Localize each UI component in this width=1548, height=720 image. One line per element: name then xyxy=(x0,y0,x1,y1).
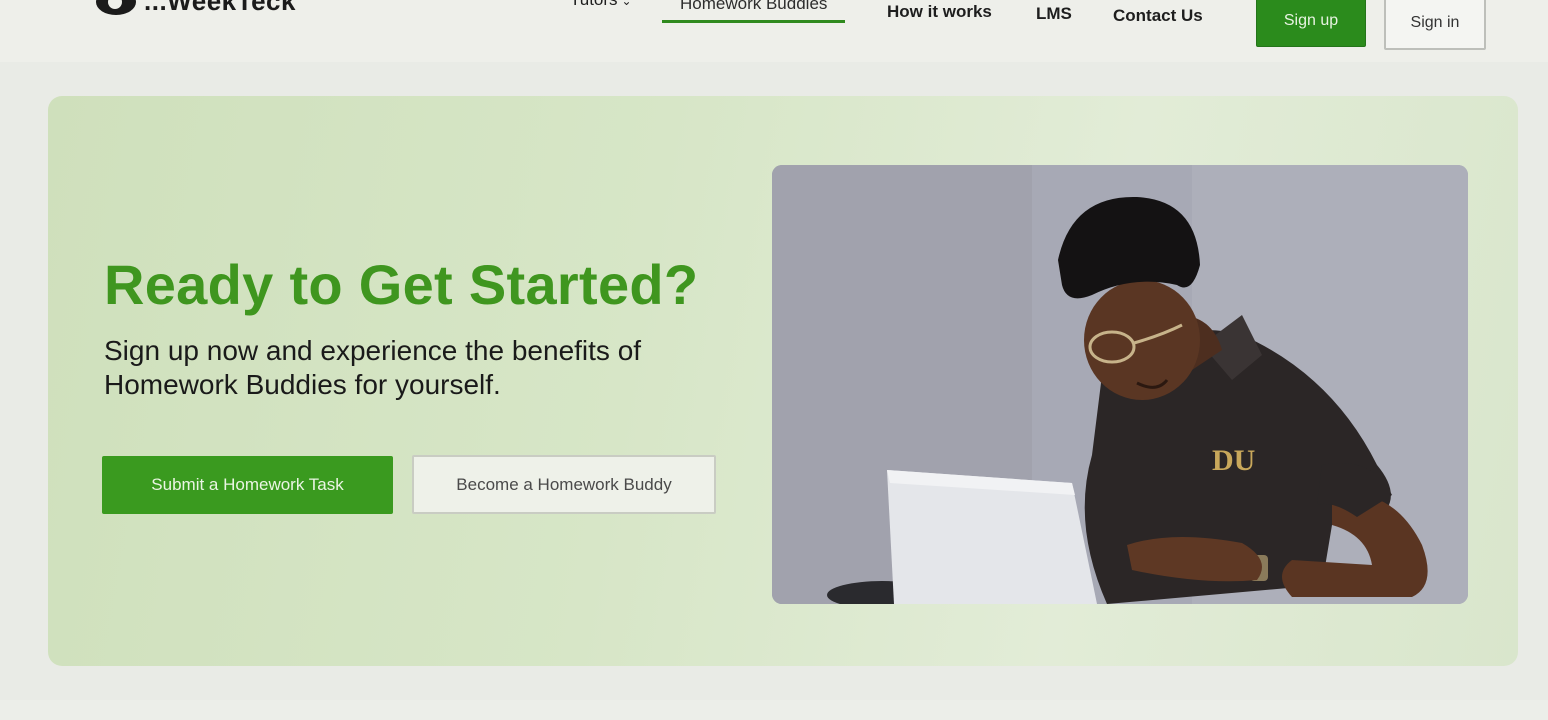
nav-item-contact-us[interactable]: Contact Us xyxy=(1113,6,1203,26)
become-homework-buddy-button[interactable]: Become a Homework Buddy xyxy=(412,455,716,514)
shirt-logo: DU xyxy=(1212,444,1255,477)
hero-title: Ready to Get Started? xyxy=(104,253,699,316)
hero-subtitle: Sign up now and experience the benefits … xyxy=(104,335,642,400)
nav-item-lms[interactable]: LMS xyxy=(1036,4,1072,24)
logo-text: ...WeekTeck xyxy=(144,0,296,16)
chevron-down-icon: ⌄ xyxy=(621,0,632,8)
sign-up-button[interactable]: Sign up xyxy=(1256,0,1366,47)
person-on-laptop-photo: DU xyxy=(772,165,1468,604)
top-navigation: ...WeekTeck Tutors⌄ Homework Buddies How… xyxy=(0,0,1548,62)
logo-mark-icon xyxy=(96,0,136,15)
nav-item-tutors-label: Tutors xyxy=(570,0,618,9)
submit-homework-task-button[interactable]: Submit a Homework Task xyxy=(102,456,393,514)
bottom-strip xyxy=(0,700,1548,720)
hero-photo: DU xyxy=(772,165,1468,604)
nav-item-how-it-works[interactable]: How it works xyxy=(887,2,992,22)
nav-item-homework-buddies[interactable]: Homework Buddies xyxy=(662,0,846,23)
page: ...WeekTeck Tutors⌄ Homework Buddies How… xyxy=(0,0,1548,720)
sign-in-button[interactable]: Sign in xyxy=(1384,0,1486,50)
logo[interactable]: ...WeekTeck xyxy=(96,0,296,17)
nav-item-tutors[interactable]: Tutors⌄ xyxy=(570,0,632,10)
